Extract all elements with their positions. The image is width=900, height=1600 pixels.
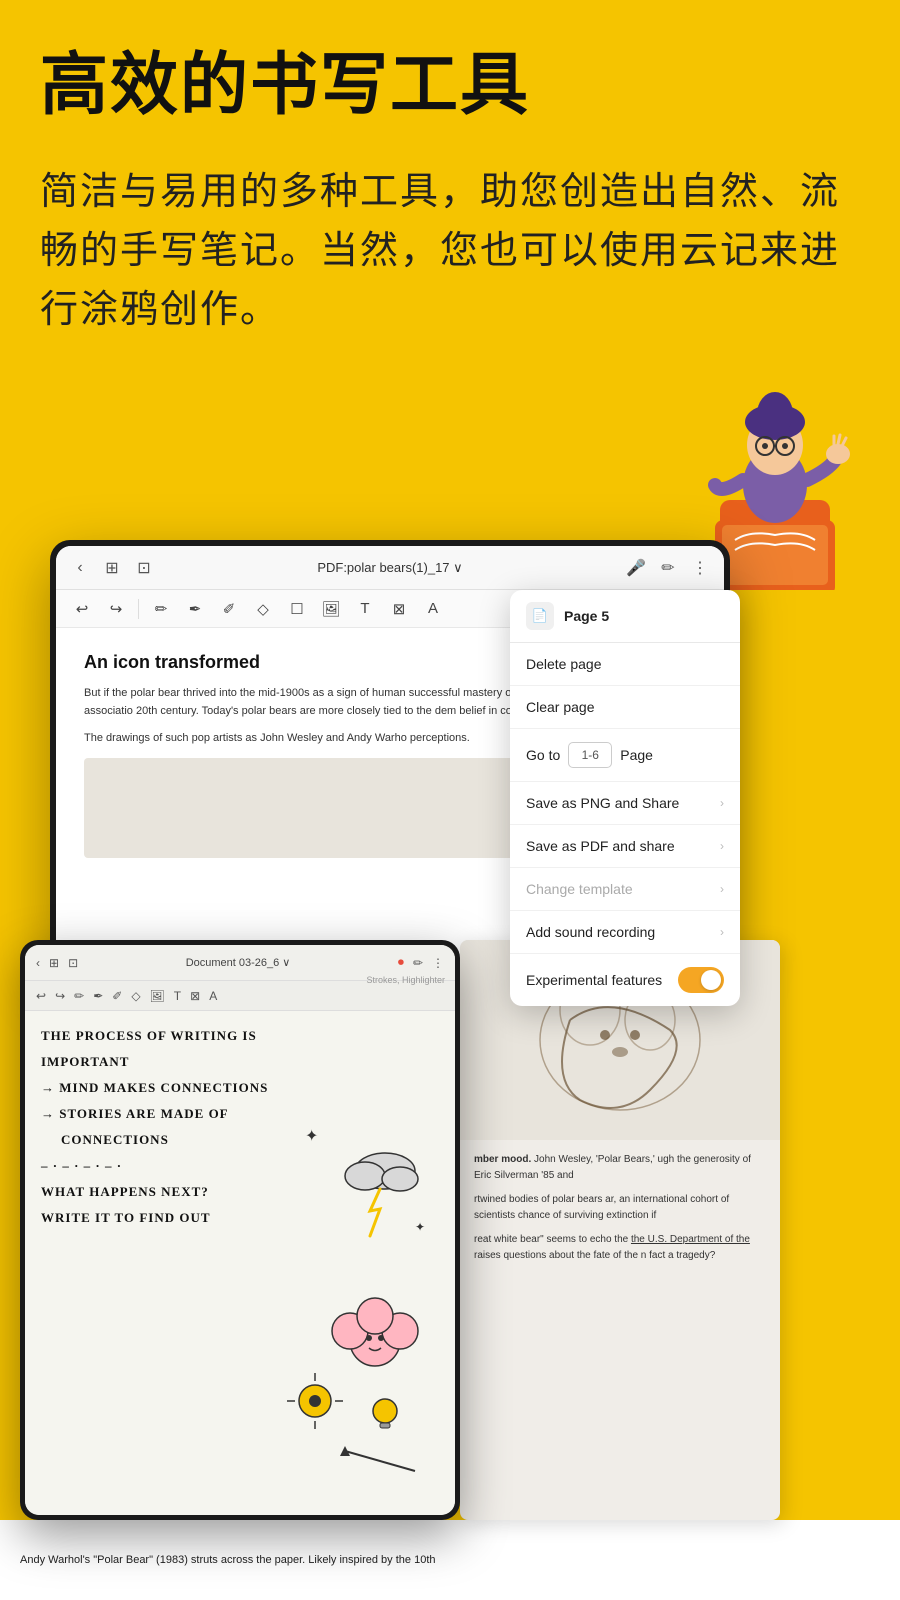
experimental-label: Experimental features	[526, 972, 662, 988]
goto-label: Go to	[526, 747, 560, 763]
image-tool[interactable]: 🖼	[317, 595, 345, 623]
small-back-button[interactable]: ‹	[33, 956, 43, 970]
chevron-right-icon: ›	[720, 796, 724, 810]
pen-tool[interactable]: ✏	[147, 595, 175, 623]
crop-tool[interactable]: ⊠	[385, 595, 413, 623]
menu-page-label: Page 5	[564, 608, 609, 624]
pdf-text-area: mber mood. John Wesley, 'Polar Bears,' u…	[460, 1140, 780, 1284]
goto-input[interactable]	[568, 742, 612, 768]
bottom-caption: Andy Warhol's "Polar Bear" (1983) struts…	[20, 1552, 436, 1569]
marker-tool[interactable]: ✒	[181, 595, 209, 623]
small-highlight[interactable]: ◇	[128, 989, 143, 1003]
small-record-icon[interactable]: ⏺	[395, 955, 407, 970]
small-pen-icon[interactable]: ✏	[410, 956, 426, 970]
strokes-label: Strokes, Highlighter	[366, 975, 445, 985]
small-tools-row: ↩ ↪ ✏ ✒ ✐ ◇ 🖼 T ⊠ A Strokes, Highlighter	[25, 981, 455, 1011]
small-redo[interactable]: ↪	[52, 989, 68, 1003]
tablet-small: ‹ ⊞ ⊡ Document 03-26_6 ∨ ⏺ ✏ ⋮ ↩ ↪ ✏ ✒ ✐…	[20, 940, 460, 1520]
delete-page-label: Delete page	[526, 656, 602, 672]
select-tool[interactable]: ☐	[283, 595, 311, 623]
format-tool[interactable]: A	[419, 595, 447, 623]
save-png-label: Save as PNG and Share	[526, 795, 679, 811]
change-template-item[interactable]: Change template ›	[510, 868, 740, 911]
goto-page-item[interactable]: Go to Page	[510, 729, 740, 782]
page-icon: 📄	[526, 602, 554, 630]
chevron-right-icon-3: ›	[720, 882, 724, 896]
clear-page-item[interactable]: Clear page	[510, 686, 740, 729]
grid-icon[interactable]: ⊞	[98, 554, 126, 582]
small-doc-title[interactable]: Document 03-26_6 ∨	[84, 956, 392, 969]
document-title[interactable]: PDF:polar bears(1)_17 ∨	[162, 560, 618, 576]
chevron-right-icon-4: ›	[720, 925, 724, 939]
pencil-tool[interactable]: ✐	[215, 595, 243, 623]
change-template-label: Change template	[526, 881, 633, 897]
experimental-toggle[interactable]	[678, 967, 724, 993]
eraser-tool[interactable]: ◇	[249, 595, 277, 623]
experimental-item[interactable]: Experimental features	[510, 954, 740, 1006]
hero-subtitle: 简洁与易用的多种工具，助您创造出自然、流畅的手写笔记。当然，您也可以使用云记来进…	[0, 123, 900, 340]
save-pdf-label: Save as PDF and share	[526, 838, 675, 854]
mic-icon[interactable]: 🎤	[622, 554, 650, 582]
more-icon[interactable]: ⋮	[686, 554, 714, 582]
menu-header: 📄 Page 5	[510, 590, 740, 643]
small-img[interactable]: 🖼	[147, 989, 168, 1003]
page-label: Page	[620, 747, 653, 763]
back-button[interactable]: ‹	[66, 554, 94, 582]
hero-title: 高效的书写工具	[0, 0, 900, 123]
clear-page-label: Clear page	[526, 699, 595, 715]
small-marker[interactable]: ✒	[90, 989, 106, 1003]
pdf-right-panel: mber mood. John Wesley, 'Polar Bears,' u…	[460, 940, 780, 1520]
small-grid-icon[interactable]: ⊞	[46, 956, 62, 970]
text-tool[interactable]: T	[351, 595, 379, 623]
small-crop[interactable]: ⊠	[187, 989, 203, 1003]
handwriting-text: The Process of Writing is Important → Mi…	[41, 1023, 439, 1231]
small-pen[interactable]: ✏	[71, 989, 87, 1003]
small-undo[interactable]: ↩	[33, 989, 49, 1003]
context-menu: 📄 Page 5 Delete page Clear page Go to Pa…	[510, 590, 740, 1006]
undo-button[interactable]: ↩	[68, 595, 96, 623]
small-text[interactable]: T	[171, 989, 184, 1003]
small-bookmark-icon[interactable]: ⊡	[65, 956, 81, 970]
add-recording-label: Add sound recording	[526, 924, 655, 940]
small-eraser[interactable]: ✐	[109, 989, 125, 1003]
bookmark-icon[interactable]: ⊡	[130, 554, 158, 582]
add-recording-item[interactable]: Add sound recording ›	[510, 911, 740, 954]
save-pdf-item[interactable]: Save as PDF and share ›	[510, 825, 740, 868]
goto-row: Go to Page	[526, 742, 653, 768]
small-more-icon[interactable]: ⋮	[429, 956, 447, 970]
chevron-right-icon-2: ›	[720, 839, 724, 853]
small-format[interactable]: A	[206, 989, 220, 1003]
pencil-icon[interactable]: ✏	[654, 554, 682, 582]
main-toolbar: ‹ ⊞ ⊡ PDF:polar bears(1)_17 ∨ 🎤 ✏ ⋮	[56, 546, 724, 590]
bottom-caption-area: Andy Warhol's "Polar Bear" (1983) struts…	[0, 1520, 900, 1600]
delete-page-item[interactable]: Delete page	[510, 643, 740, 686]
save-png-item[interactable]: Save as PNG and Share ›	[510, 782, 740, 825]
redo-button[interactable]: ↪	[102, 595, 130, 623]
handwriting-area: The Process of Writing is Important → Mi…	[25, 1011, 455, 1515]
